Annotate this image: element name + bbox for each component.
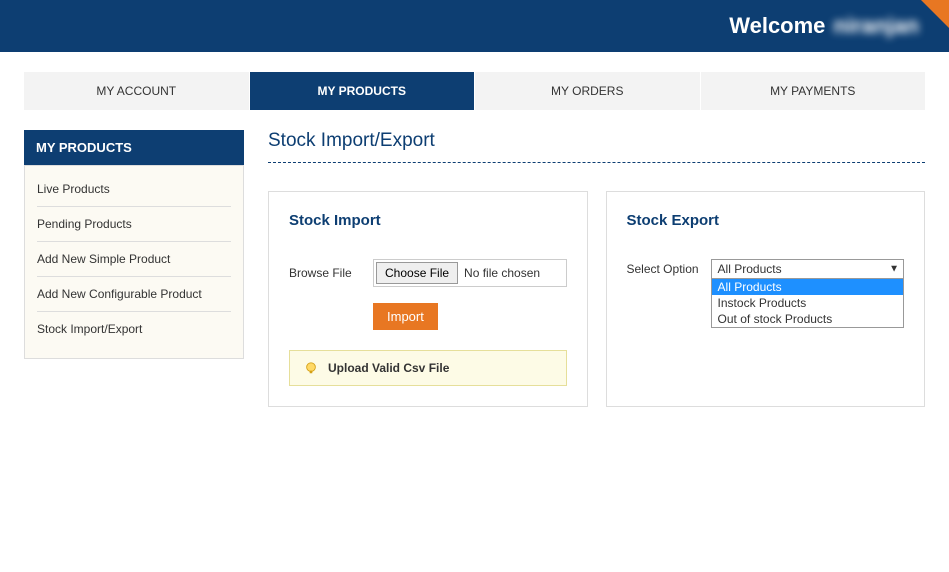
content: MY PRODUCTS Live Products Pending Produc… — [0, 110, 949, 427]
sidebar-body: Live Products Pending Products Add New S… — [24, 165, 244, 359]
select-option-dropdown[interactable]: All Products ▼ — [711, 259, 904, 279]
sidebar-item-live-products[interactable]: Live Products — [37, 172, 231, 207]
sidebar-item-stock-import-export[interactable]: Stock Import/Export — [37, 312, 231, 346]
welcome-label: Welcome — [729, 13, 825, 39]
header: Welcome niranjan — [0, 0, 949, 52]
main: Stock Import/Export Stock Import Browse … — [268, 130, 925, 407]
header-corner-accent — [921, 0, 949, 28]
import-button[interactable]: Import — [373, 303, 438, 330]
info-box: Upload Valid Csv File — [289, 350, 567, 386]
chevron-down-icon: ▼ — [889, 264, 899, 275]
sidebar: MY PRODUCTS Live Products Pending Produc… — [24, 130, 244, 407]
stock-import-title: Stock Import — [289, 212, 567, 229]
tab-my-payments[interactable]: MY PAYMENTS — [701, 72, 926, 110]
dropdown-option-instock[interactable]: Instock Products — [712, 295, 903, 311]
sidebar-item-add-simple[interactable]: Add New Simple Product — [37, 242, 231, 277]
panels: Stock Import Browse File Choose File No … — [268, 191, 925, 407]
dropdown-list: All Products Instock Products Out of sto… — [711, 279, 904, 328]
tab-my-products[interactable]: MY PRODUCTS — [250, 72, 476, 110]
bulb-icon — [304, 361, 318, 375]
browse-file-row: Browse File Choose File No file chosen — [289, 259, 567, 287]
file-status: No file chosen — [464, 266, 540, 280]
file-input[interactable]: Choose File No file chosen — [373, 259, 567, 287]
stock-import-panel: Stock Import Browse File Choose File No … — [268, 191, 588, 407]
page-title: Stock Import/Export — [268, 130, 925, 152]
sidebar-item-pending-products[interactable]: Pending Products — [37, 207, 231, 242]
select-value: All Products — [718, 262, 782, 276]
select-option-row: Select Option All Products ▼ All Product… — [627, 259, 905, 279]
dropdown-option-outofstock[interactable]: Out of stock Products — [712, 311, 903, 327]
tab-my-account[interactable]: MY ACCOUNT — [24, 72, 250, 110]
select-wrap: All Products ▼ All Products Instock Prod… — [711, 259, 904, 279]
choose-file-button[interactable]: Choose File — [376, 262, 458, 284]
sidebar-header: MY PRODUCTS — [24, 130, 244, 165]
main-tabs: MY ACCOUNT MY PRODUCTS MY ORDERS MY PAYM… — [0, 52, 949, 110]
tab-my-orders[interactable]: MY ORDERS — [475, 72, 701, 110]
browse-file-label: Browse File — [289, 266, 361, 280]
select-option-label: Select Option — [627, 262, 699, 276]
dropdown-option-all[interactable]: All Products — [712, 279, 903, 295]
username: niranjan — [833, 13, 919, 39]
divider — [268, 162, 925, 163]
info-text: Upload Valid Csv File — [328, 361, 449, 375]
stock-export-panel: Stock Export Select Option All Products … — [606, 191, 926, 407]
stock-export-title: Stock Export — [627, 212, 905, 229]
sidebar-item-add-configurable[interactable]: Add New Configurable Product — [37, 277, 231, 312]
